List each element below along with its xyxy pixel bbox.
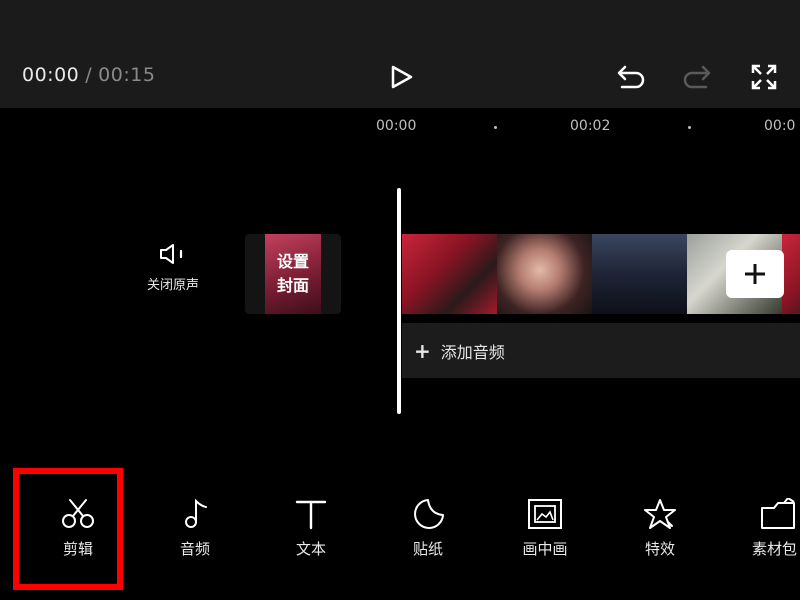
mute-original-audio-button[interactable]: 关闭原声 [138,242,208,293]
time-ruler: 00:00 00:02 00:0 [0,118,800,138]
current-time: 00:00 [22,64,80,86]
video-frame-thumbnail [497,234,592,314]
video-frame-thumbnail [592,234,687,314]
tool-sticker[interactable]: 贴纸 [388,498,468,559]
set-cover-button[interactable]: 设置 封面 [245,234,341,314]
cover-label: 设置 封面 [245,250,341,298]
video-frame-thumbnail [402,234,497,314]
material-pack-icon [761,498,795,529]
play-button[interactable] [384,60,418,94]
time-display: 00:00/00:15 [22,64,155,86]
tool-text[interactable]: 文本 [271,498,351,559]
ruler-tick [688,126,691,129]
video-frame-thumbnail [782,234,800,314]
highlight-box [13,468,123,590]
plus-icon: + [414,338,431,363]
sticker-icon [414,499,444,529]
redo-icon [683,65,711,89]
tool-label: 特效 [644,540,675,558]
total-time: 00:15 [98,64,156,86]
ruler-tick [494,126,497,129]
cover-label-line1: 设置 [276,252,309,271]
tool-effects[interactable]: 特效 [620,498,700,559]
add-audio-button[interactable]: + 添加音频 [402,323,800,378]
tool-audio[interactable]: 音频 [155,498,235,559]
tool-picture-in-picture[interactable]: 画中画 [505,498,585,559]
undo-icon [617,65,645,89]
ruler-label: 00:02 [570,118,611,134]
playhead[interactable] [397,188,401,414]
play-icon [391,65,413,89]
mute-label: 关闭原声 [146,278,199,293]
fullscreen-icon [751,64,777,90]
text-icon [295,500,327,530]
ruler-label: 00:0 [764,118,796,134]
music-note-icon [185,498,207,528]
add-clip-button[interactable] [726,250,784,298]
redo-button[interactable] [680,60,716,94]
picture-in-picture-icon [528,499,562,529]
plus-icon [745,264,765,284]
cover-label-line2: 封面 [276,276,309,295]
fullscreen-button[interactable] [748,60,780,94]
effects-star-icon [644,499,676,529]
undo-button[interactable] [612,60,648,94]
speaker-icon [160,244,183,264]
tool-label: 画中画 [522,540,568,558]
time-separator: / [85,64,93,86]
ruler-label: 00:00 [376,118,417,134]
tool-label: 素材包 [752,540,798,558]
tool-material-pack[interactable]: 素材包 [738,498,800,559]
tool-label: 音频 [179,540,210,558]
tool-label: 文本 [295,540,326,558]
tool-label: 贴纸 [412,540,443,558]
top-bar: 00:00/00:15 [0,0,800,108]
add-audio-label: 添加音频 [440,342,505,362]
